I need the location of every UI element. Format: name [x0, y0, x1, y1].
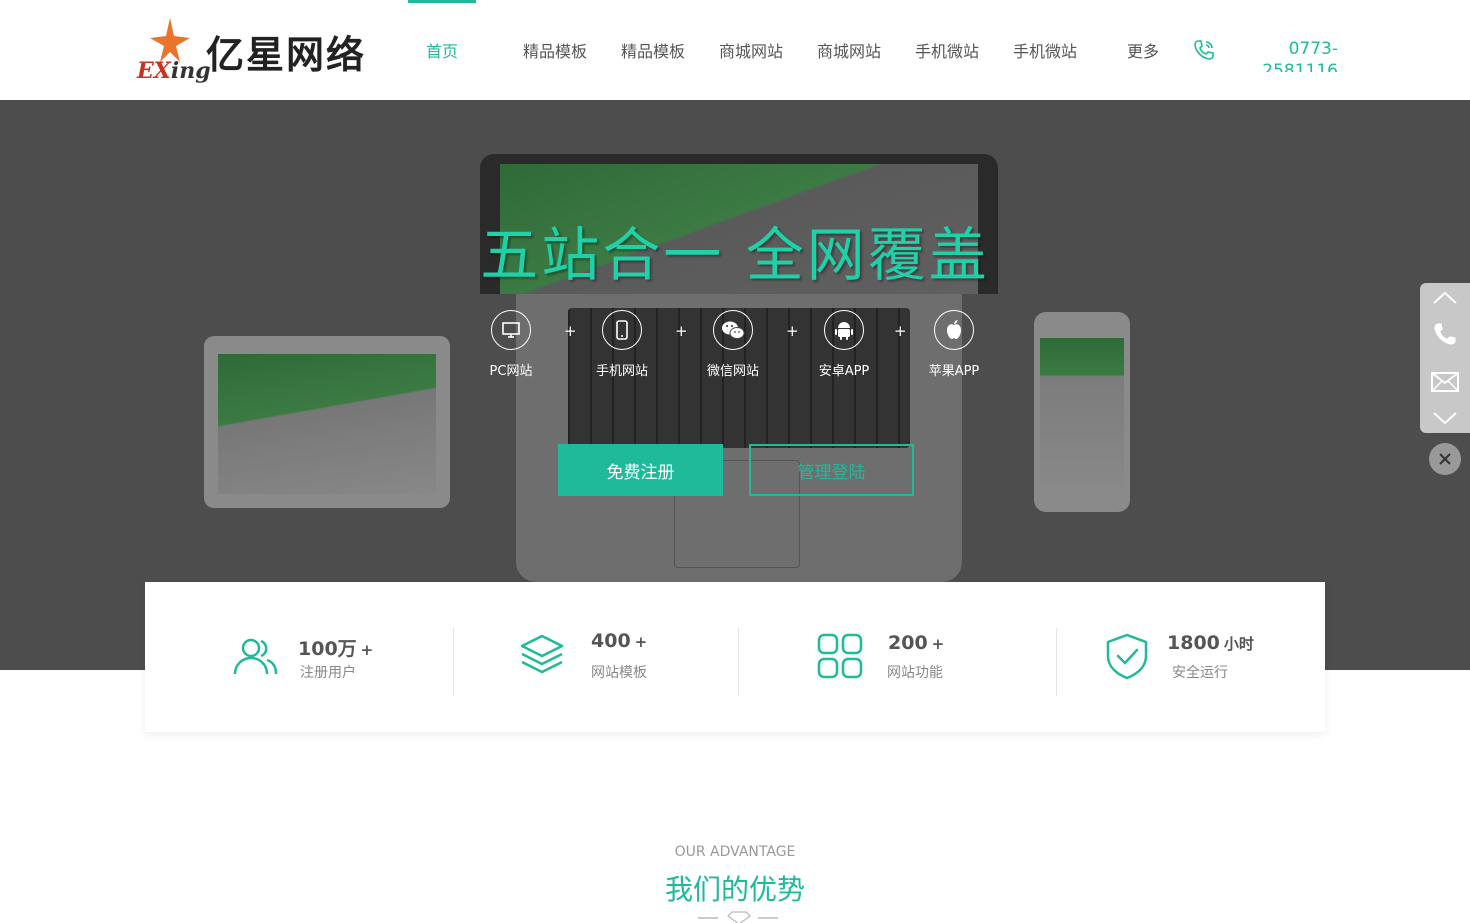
stat-label: 网站功能 [887, 665, 943, 681]
stat-unit: 小时 [1223, 635, 1254, 653]
platform-label: 苹果APP [928, 364, 980, 379]
stat-number: 1800 [1167, 632, 1220, 654]
stats-card: 100万 + 注册用户 400 + 网站模板 200 + 网站功能 1800 小… [145, 582, 1325, 732]
stat-unit: + [634, 633, 648, 651]
phone-call-icon[interactable] [1192, 38, 1216, 62]
login-button[interactable]: 管理登陆 [749, 444, 914, 496]
side-email-button[interactable] [1420, 367, 1470, 397]
stat-value: 1800 小时 [1167, 632, 1254, 654]
stat-value: 100万 + [298, 634, 373, 661]
logo-sub-ing: ing [170, 58, 211, 84]
platform-label: 手机网站 [595, 364, 648, 379]
platform-list: PC网站 + 手机网站 + 微信网站 + 安卓APP + 苹果APP [484, 310, 1004, 390]
advantage-subtitle: OUR ADVANTAGE [674, 844, 796, 860]
close-icon [1439, 453, 1451, 465]
plus-sign: + [564, 322, 577, 340]
platform-wechat: 微信网站 [693, 310, 773, 379]
stat-uptime: 1800 小时 安全运行 [1056, 582, 1325, 732]
nav-label: 商城网站 [816, 42, 881, 61]
nav-label: 精品模板 [522, 42, 587, 61]
monitor-icon [491, 310, 531, 350]
layers-icon [520, 634, 564, 674]
mail-icon [1431, 372, 1459, 392]
platform-label: PC网站 [489, 364, 533, 379]
nav-item-premium-templates[interactable]: 精品模板 [506, 0, 604, 100]
platform-mobile: 手机网站 [582, 310, 662, 379]
apple-icon [934, 310, 974, 350]
grid-icon [817, 633, 863, 679]
nav-label: 商城网站 [718, 42, 783, 61]
plus-sign: + [786, 322, 799, 340]
stat-value: 400 + [591, 630, 647, 652]
page: EXing 亿星网络 首页 精品模板 精品模板 商城网站 商城网站 手机微站 手… [0, 0, 1470, 923]
nav-item-shop-sites-2[interactable]: 商城网站 [800, 0, 898, 100]
nav-item-mobile-micro[interactable]: 手机微站 [898, 0, 996, 100]
stat-label: 安全运行 [1172, 665, 1228, 681]
nav-label: 精品模板 [620, 42, 685, 61]
main-nav: 首页 精品模板 精品模板 商城网站 商城网站 手机微站 手机微站 更多 [408, 0, 1192, 100]
logo-sub: EXing [137, 58, 211, 84]
plus-sign: + [894, 322, 907, 340]
stat-unit: + [931, 635, 945, 653]
platform-label: 安卓APP [818, 364, 870, 379]
side-float-panel [1420, 283, 1470, 433]
shield-check-icon [1106, 633, 1148, 680]
stat-label: 注册用户 [300, 665, 356, 681]
scroll-up-button[interactable] [1420, 287, 1470, 309]
phone-screen [1040, 338, 1124, 486]
side-close-button[interactable] [1429, 443, 1461, 475]
platform-android: 安卓APP [804, 310, 884, 379]
stat-number: 200 [888, 632, 928, 654]
chevron-down-icon [1433, 412, 1457, 425]
stat-templates: 400 + 网站模板 [453, 582, 738, 732]
nav-item-home[interactable]: 首页 [408, 0, 506, 100]
android-icon [824, 310, 864, 350]
diamond-icon [698, 911, 778, 923]
nav-label: 手机微站 [914, 42, 979, 61]
nav-item-more[interactable]: 更多 [1094, 0, 1192, 100]
nav-item-shop-sites[interactable]: 商城网站 [702, 0, 800, 100]
nav-item-premium-templates-2[interactable]: 精品模板 [604, 0, 702, 100]
platform-pc: PC网站 [471, 310, 551, 379]
nav-label: 手机微站 [1012, 42, 1077, 61]
nav-label: 首页 [426, 42, 459, 61]
stat-value: 200 + [888, 632, 944, 654]
stat-number: 400 [591, 630, 631, 652]
stat-label: 网站模板 [591, 665, 647, 681]
nav-label: 更多 [1126, 42, 1159, 61]
tablet-screen [218, 354, 436, 494]
mobile-icon [602, 310, 642, 350]
advantage-title: 我们的优势 [664, 873, 805, 906]
platform-label: 微信网站 [706, 364, 759, 379]
plus-sign: + [675, 322, 688, 340]
stat-unit: + [360, 641, 374, 659]
hero-title: 五站合一 全网覆盖 [480, 221, 990, 289]
nav-item-mobile-micro-2[interactable]: 手机微站 [996, 0, 1094, 100]
logo[interactable]: EXing 亿星网络 [134, 14, 379, 86]
chevron-up-icon [1433, 291, 1457, 304]
users-icon [233, 638, 278, 675]
stat-number: 100万 [298, 638, 357, 660]
header-phone-number[interactable]: 0773-2581116 [1258, 38, 1338, 72]
logo-sub-ex: EX [137, 58, 171, 84]
register-button[interactable]: 免费注册 [558, 444, 723, 496]
logo-text: 亿星网络 [206, 33, 367, 77]
scroll-down-button[interactable] [1420, 407, 1470, 429]
stat-users: 100万 + 注册用户 [145, 582, 453, 732]
wechat-icon [713, 310, 753, 350]
phone-icon [1434, 323, 1456, 345]
stat-features: 200 + 网站功能 [738, 582, 1056, 732]
platform-apple: 苹果APP [914, 310, 994, 379]
header: EXing 亿星网络 首页 精品模板 精品模板 商城网站 商城网站 手机微站 手… [0, 0, 1470, 100]
side-phone-button[interactable] [1420, 317, 1470, 351]
